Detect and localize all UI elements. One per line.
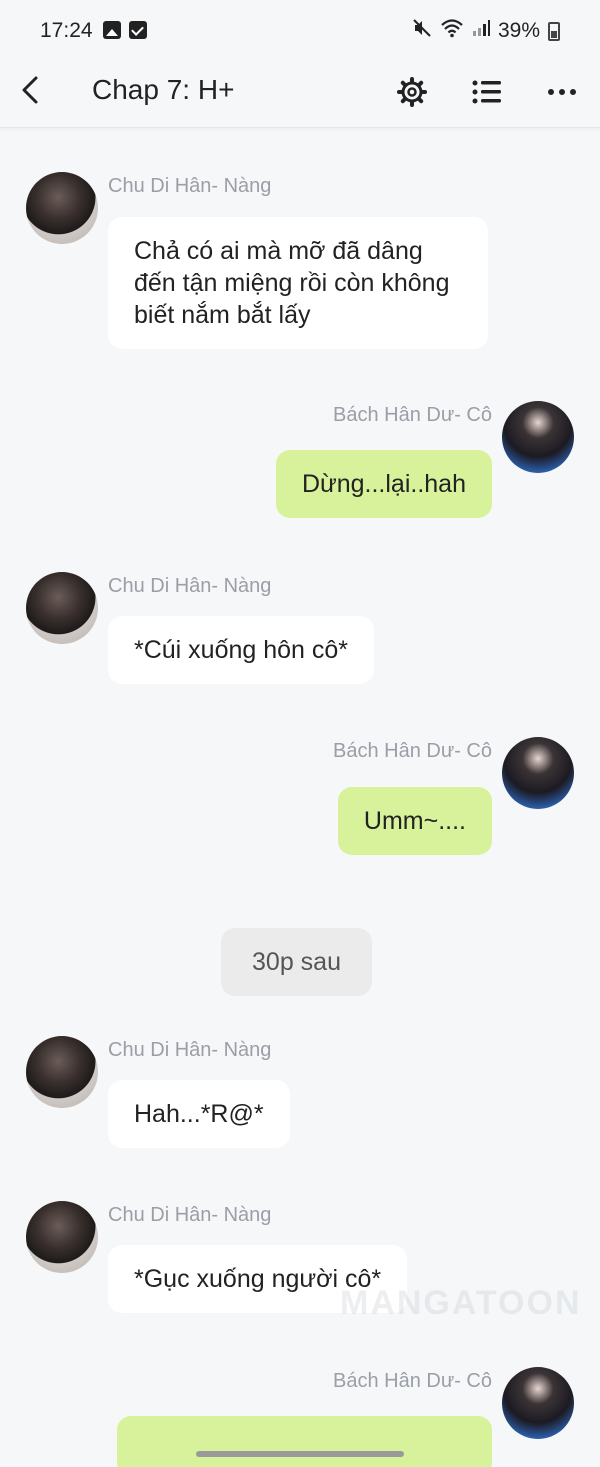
sender-name: Bách Hân Dư- Cô: [332, 1370, 492, 1392]
message-left: Chu Di Hân- Nàng Chả có ai mà mỡ đã dâng…: [0, 129, 600, 359]
gear-icon: [397, 77, 427, 107]
avatar[interactable]: [502, 1367, 574, 1439]
battery-icon: [548, 21, 560, 41]
message-bubble[interactable]: Hah...*R@*: [108, 1080, 290, 1148]
signal-icon: [472, 19, 490, 43]
avatar[interactable]: [26, 1201, 98, 1273]
status-bar: 17:24 39%: [0, 0, 600, 60]
message-bubble[interactable]: Umm~....: [337, 787, 492, 855]
message-bubble[interactable]: Chả có ai mà mỡ đã dâng đến tận miệng rồ…: [108, 217, 488, 349]
system-notice: 30p sau: [221, 928, 372, 996]
status-right: 39%: [412, 18, 560, 44]
message-left: Chu Di Hân- Nàng *Cúi xuống hôn cô*: [0, 529, 600, 699]
message-bubble[interactable]: *Cúi xuống hôn cô*: [108, 616, 375, 684]
sender-name: Bách Hân Dư- Cô: [332, 740, 492, 762]
avatar[interactable]: [502, 401, 574, 473]
sender-name: Chu Di Hân- Nàng: [108, 1039, 272, 1061]
image-icon: [103, 21, 121, 39]
app-header: Chap 7: H+: [0, 60, 600, 128]
status-time: 17:24: [40, 19, 93, 42]
avatar[interactable]: [26, 1036, 98, 1108]
message-right: Bách Hân Dư- Cô Umm~....: [0, 725, 600, 865]
sender-name: Chu Di Hân- Nàng: [108, 175, 272, 197]
sender-name: Bách Hân Dư- Cô: [332, 404, 492, 426]
message-left: Chu Di Hân- Nàng Hah...*R@*: [0, 993, 600, 1163]
chat-area[interactable]: Chu Di Hân- Nàng Chả có ai mà mỡ đã dâng…: [0, 129, 600, 1467]
avatar[interactable]: [502, 737, 574, 809]
chapter-list-button[interactable]: [465, 70, 509, 114]
back-icon: [22, 76, 38, 104]
list-icon: [472, 80, 501, 104]
battery-percent: 39%: [497, 19, 540, 42]
avatar[interactable]: [26, 572, 98, 644]
message-right: Bách Hân Dư- Cô Dừng...lại..hah: [0, 389, 600, 529]
home-indicator[interactable]: [196, 1451, 404, 1457]
page-title: Chap 7: H+: [92, 74, 235, 105]
check-icon: [129, 21, 147, 39]
watermark-logo: MANGATOON: [340, 1284, 582, 1322]
sender-name: Chu Di Hân- Nàng: [108, 575, 272, 597]
sender-name: Chu Di Hân- Nàng: [108, 1204, 272, 1226]
avatar[interactable]: [26, 172, 98, 244]
message-bubble[interactable]: Dừng...lại..hah: [275, 450, 492, 518]
more-icon: [548, 89, 576, 95]
more-button[interactable]: [540, 70, 584, 114]
message-bubble[interactable]: [117, 1416, 492, 1467]
back-button[interactable]: [14, 70, 54, 110]
mute-icon: [412, 18, 432, 44]
settings-button[interactable]: [390, 70, 434, 114]
wifi-icon: [440, 18, 464, 44]
